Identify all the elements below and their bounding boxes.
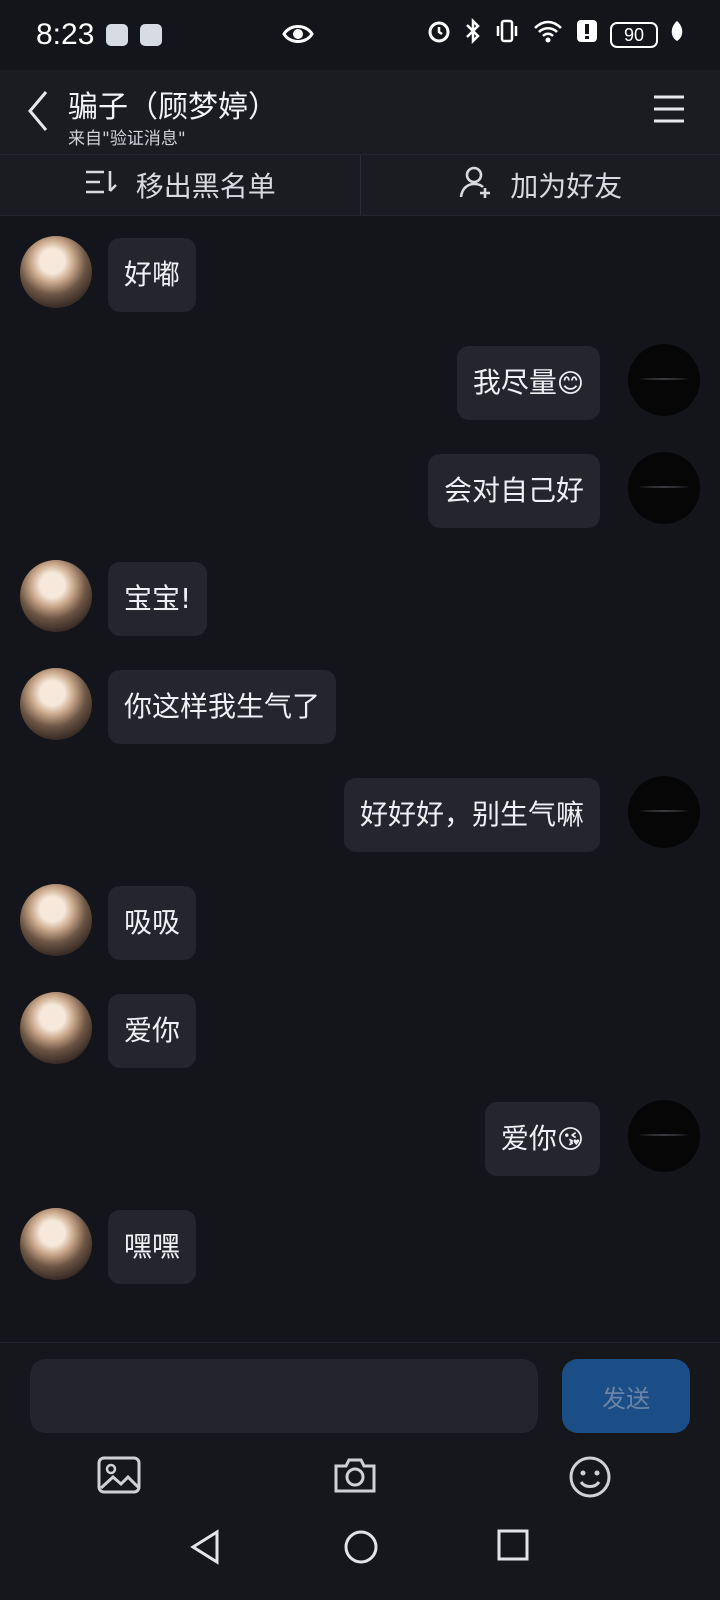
battery-level: 90 <box>610 21 658 48</box>
kiss-emoji: 😘 <box>556 1125 584 1155</box>
add-person-icon <box>458 164 494 207</box>
my-avatar[interactable] <box>628 1100 700 1172</box>
message-row: 好好好，别生气嘛 <box>0 776 720 852</box>
message-row: 爱你 <box>0 992 720 1068</box>
back-arrow-icon[interactable] <box>24 88 52 138</box>
notification-app-icon-2 <box>140 24 163 46</box>
message-input[interactable] <box>30 1359 538 1433</box>
add-friend-label: 加为好友 <box>510 170 623 203</box>
notification-app-icon <box>106 24 129 46</box>
my-avatar[interactable] <box>628 344 700 416</box>
smile-emoji: 😊 <box>556 369 584 399</box>
message-row: 嘿嘿 <box>0 1208 720 1284</box>
message-row: 宝宝! <box>0 560 720 636</box>
vibrate-icon <box>494 18 520 51</box>
nav-back-icon[interactable] <box>188 1528 222 1570</box>
message-bubble[interactable]: 我尽量😊 <box>456 346 600 420</box>
my-avatar[interactable] <box>628 776 700 848</box>
message-bubble[interactable]: 会对自己好 <box>427 454 600 528</box>
image-icon[interactable] <box>96 1455 144 1503</box>
send-button[interactable]: 发送 <box>562 1359 690 1433</box>
message-text: 我尽量 <box>472 366 557 399</box>
message-row: 你这样我生气了 <box>0 668 720 744</box>
message-bubble[interactable]: 嘿嘿 <box>108 1210 197 1284</box>
contact-avatar[interactable] <box>20 992 92 1064</box>
system-nav-bar <box>0 1500 720 1600</box>
message-bubble[interactable]: 你这样我生气了 <box>108 670 337 744</box>
message-row: 好嘟 <box>0 236 720 312</box>
contact-avatar[interactable] <box>20 236 92 308</box>
nav-home-icon[interactable] <box>342 1528 380 1570</box>
nav-recents-icon[interactable] <box>496 1528 530 1566</box>
message-bubble[interactable]: 爱你😘 <box>484 1102 600 1176</box>
alarm-icon <box>426 18 452 51</box>
alert-icon <box>576 18 598 51</box>
message-row: 我尽量😊 <box>0 344 720 420</box>
message-bubble[interactable]: 好嘟 <box>108 238 197 312</box>
list-remove-icon <box>84 167 120 204</box>
message-bubble[interactable]: 宝宝! <box>108 562 208 636</box>
message-bubble[interactable]: 爱你 <box>108 994 197 1068</box>
leaf-icon <box>670 19 684 50</box>
status-time: 8:23 <box>36 18 95 51</box>
remove-blacklist-button[interactable]: 移出黑名单 <box>0 155 360 215</box>
contact-avatar[interactable] <box>20 884 92 956</box>
bluetooth-icon <box>464 17 482 51</box>
emoji-icon[interactable] <box>568 1455 616 1503</box>
hamburger-menu-icon[interactable] <box>652 94 686 128</box>
message-row: 爱你😘 <box>0 1100 720 1176</box>
chat-subtitle: 来自"验证消息" <box>68 129 186 149</box>
remove-blacklist-label: 移出黑名单 <box>135 170 276 203</box>
my-avatar[interactable] <box>628 452 700 524</box>
message-list[interactable]: 好嘟 我尽量😊 会对自己好 宝宝! 你这样我生气了 好好好，别生气嘛 吸吸 爱你… <box>0 216 720 1342</box>
contact-avatar[interactable] <box>20 560 92 632</box>
contact-avatar[interactable] <box>20 668 92 740</box>
message-text: 爱你 <box>500 1122 557 1155</box>
message-row: 会对自己好 <box>0 452 720 528</box>
chat-header: 骗子（顾梦婷） 来自"验证消息" <box>0 70 720 154</box>
contact-avatar[interactable] <box>20 1208 92 1280</box>
add-friend-button[interactable]: 加为好友 <box>361 155 720 215</box>
eye-icon <box>282 20 314 55</box>
message-bubble[interactable]: 好好好，别生气嘛 <box>343 778 600 852</box>
message-bubble[interactable]: 吸吸 <box>108 886 197 960</box>
action-bar: 移出黑名单 加为好友 <box>0 154 720 216</box>
wifi-icon <box>532 18 564 51</box>
chat-title: 骗子（顾梦婷） <box>68 90 278 125</box>
message-row: 吸吸 <box>0 884 720 960</box>
status-bar: 8:23 90 <box>0 0 720 70</box>
camera-icon[interactable] <box>332 1455 380 1503</box>
